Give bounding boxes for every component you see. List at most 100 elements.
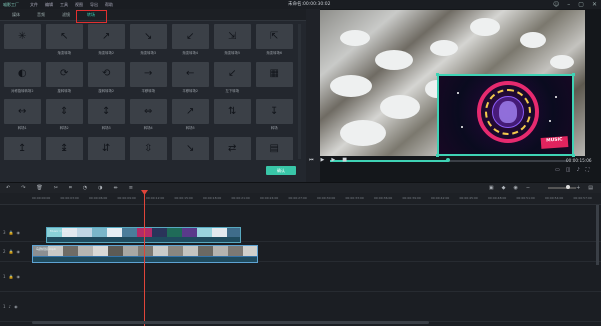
redo-icon[interactable]: ↷ <box>21 183 25 193</box>
transition-item[interactable]: ↙ 渐变转场4 <box>172 24 209 58</box>
transition-label <box>256 87 293 95</box>
transition-item[interactable]: ↥翻转1 <box>4 136 41 160</box>
transition-grid: ✳ ↖ 渐变转场 ↗ 渐变转场2 ↘ 渐变转场3 ↙ 渐变转场4 ⇲ 渐变转场5 ⇱ 渐变转场6 ◐ 对称旋… <box>4 24 296 160</box>
render-icon[interactable]: ▣ <box>489 183 494 193</box>
transition-item[interactable]: ↧ 转场 <box>256 99 293 133</box>
transition-item[interactable]: ⇕ 转场2 <box>46 99 83 133</box>
transition-thumbnail: ↗ <box>172 99 209 124</box>
transition-glyph-icon: ⟳ <box>60 68 69 79</box>
transition-item[interactable]: ⇵翻转3 <box>88 136 125 160</box>
undo-icon[interactable]: ↶ <box>6 183 10 193</box>
transition-item[interactable]: ↖ 渐变转场 <box>46 24 83 58</box>
lock-icon[interactable]: 🔒 <box>9 249 14 254</box>
transition-item[interactable]: ↨翻转2 <box>46 136 83 160</box>
menu-tools[interactable]: 工具 <box>60 0 68 9</box>
music-note-icon[interactable]: ♪ <box>9 304 12 309</box>
close-icon[interactable]: ✕ <box>592 0 597 9</box>
transition-item[interactable]: ▦ <box>256 61 293 96</box>
transition-glyph-icon: ↙ <box>228 68 237 79</box>
transition-item[interactable]: ↙ 左下转场 <box>214 61 251 96</box>
fullscreen-icon[interactable]: ⛶ <box>586 167 590 173</box>
resize-handle[interactable] <box>436 73 439 76</box>
play-icon[interactable]: ▶ <box>321 157 325 163</box>
zoom-knob[interactable] <box>566 185 570 189</box>
zoom-in-icon[interactable]: + <box>576 183 580 193</box>
fit-icon[interactable]: ▤ <box>588 183 593 193</box>
transition-thumbnail: ↖ <box>46 24 83 49</box>
voiceover-icon[interactable]: ◉ <box>513 183 517 193</box>
lock-icon[interactable]: 🔒 <box>9 230 14 235</box>
minimize-icon[interactable]: – <box>567 0 570 9</box>
transition-glyph-icon: ↖ <box>60 30 69 42</box>
stop-icon[interactable]: ■ <box>342 157 347 163</box>
tab-media[interactable]: 媒体 <box>12 12 37 18</box>
video-clip[interactable]: 鸟群视频.mp4 <box>32 245 258 263</box>
transition-item[interactable]: ⇔ 转场4 <box>130 99 167 133</box>
crop-icon[interactable]: ⌗ <box>69 183 72 193</box>
timeline-tracks: 3 🔒 ◉ 2 🔒 ◉ 1 🔒 ◉ 1 ♪ ◉ <box>0 205 601 326</box>
transition-item[interactable]: ⟳ 旋转转场 <box>46 61 83 96</box>
menu-bar: 文件 编辑 工具 视图 导出 帮助 <box>30 0 113 9</box>
zoom-slider[interactable] <box>548 187 576 189</box>
color-icon[interactable]: ◑ <box>98 183 102 193</box>
next-frame-icon[interactable]: ▶ <box>331 157 335 163</box>
transition-item[interactable]: ⇳翻转4 <box>130 136 167 160</box>
transition-item[interactable]: ◐ 对称旋转转场2 <box>4 61 41 96</box>
transition-item[interactable]: ⇄翻转6 <box>214 136 251 160</box>
playback-knob[interactable] <box>446 158 450 162</box>
confirm-button[interactable]: 确认 <box>266 166 296 175</box>
transition-item[interactable]: ↗ 转场5 <box>172 99 209 133</box>
library-scrollbar[interactable] <box>298 24 301 159</box>
menu-export[interactable]: 导出 <box>90 0 98 9</box>
pip-selection-box[interactable] <box>436 73 575 157</box>
ruler-tick-label: 00:00:09:00 <box>117 196 136 200</box>
split-icon[interactable]: ⇹ <box>114 183 118 193</box>
transition-item[interactable]: ← 平移转场2 <box>172 61 209 96</box>
zoom-out-icon[interactable]: − <box>526 183 530 193</box>
monitor-icon[interactable]: ▭ <box>555 167 560 173</box>
transition-item[interactable]: ▤ <box>256 136 293 160</box>
transition-glyph-icon: ⇅ <box>228 105 237 117</box>
playhead[interactable] <box>144 190 145 326</box>
transition-item[interactable]: ⇅ <box>214 99 251 133</box>
window-controls: ☺ – ▢ ✕ <box>553 0 597 9</box>
restore-icon[interactable]: ▢ <box>578 0 584 9</box>
marker-icon[interactable]: ◆ <box>502 183 506 193</box>
menu-file[interactable]: 文件 <box>30 0 38 9</box>
menu-edit[interactable]: 编辑 <box>45 0 53 9</box>
lock-icon[interactable]: 🔒 <box>9 274 14 279</box>
timeline-scrollbar[interactable] <box>32 321 429 324</box>
transition-item[interactable]: ↗ 渐变转场2 <box>88 24 125 58</box>
volume-icon[interactable]: ♪ <box>576 167 579 173</box>
eye-icon[interactable]: ◉ <box>17 249 21 254</box>
transition-item[interactable]: ⇱ 渐变转场6 <box>256 24 293 58</box>
menu-view[interactable]: 视图 <box>75 0 83 9</box>
cut-icon[interactable]: ✂ <box>54 183 58 193</box>
timeline-vertical-scrollbar[interactable] <box>596 205 599 265</box>
resize-handle[interactable] <box>572 154 575 157</box>
eye-icon[interactable]: ◉ <box>17 230 21 235</box>
transition-label: 转场3 <box>101 126 111 130</box>
resize-handle[interactable] <box>572 73 575 76</box>
resize-handle[interactable] <box>436 154 439 157</box>
user-icon[interactable]: ☺ <box>553 0 559 9</box>
transition-item[interactable]: → 平移转场 <box>130 61 167 96</box>
snapshot-icon[interactable]: ◫ <box>566 167 571 173</box>
transition-item[interactable]: ↕ 转场3 <box>88 99 125 133</box>
delete-icon[interactable]: 🗑 <box>36 183 42 193</box>
audio-mixer-icon[interactable]: ≡ <box>129 183 133 193</box>
menu-help[interactable]: 帮助 <box>105 0 113 9</box>
transition-item[interactable]: ↔ 转场1 <box>4 99 41 133</box>
transition-item[interactable]: ↘翻转5 <box>172 136 209 160</box>
transition-item[interactable]: ✳ <box>4 24 41 58</box>
time-ruler[interactable]: 00:00:00:00 00:00:03:00 00:00:06:00 00:00:0… <box>0 193 601 205</box>
prev-frame-icon[interactable]: ⏮ <box>309 157 314 163</box>
transition-label: 渐变转场 <box>57 51 72 55</box>
transition-item[interactable]: ↘ 渐变转场3 <box>130 24 167 58</box>
mute-icon[interactable]: ◉ <box>14 304 18 309</box>
eye-icon[interactable]: ◉ <box>17 274 21 279</box>
transition-item[interactable]: ⇲ 渐变转场5 <box>214 24 251 58</box>
transition-item[interactable]: ⟲ 旋转转场2 <box>88 61 125 96</box>
speed-icon[interactable]: ◔ <box>83 183 87 193</box>
tab-audio[interactable]: 音频 <box>37 12 62 18</box>
